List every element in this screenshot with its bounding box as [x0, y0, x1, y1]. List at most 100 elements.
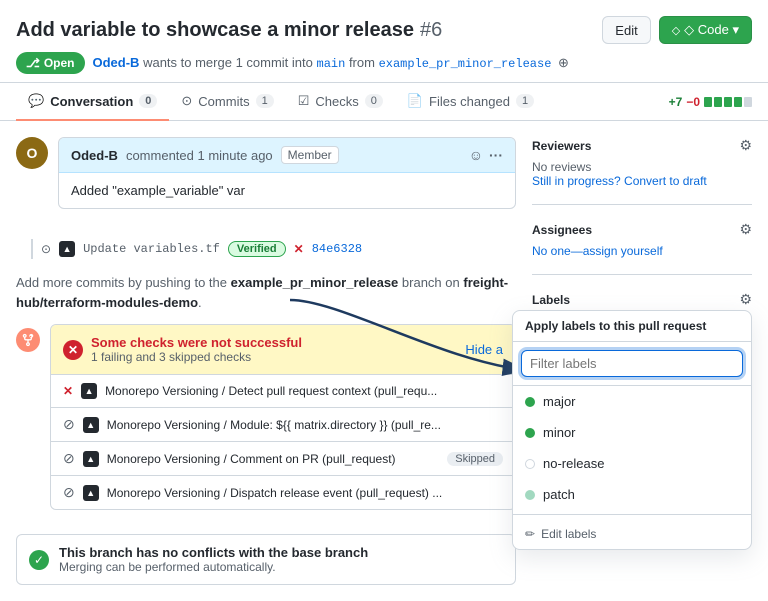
reviewers-title: Reviewers: [532, 139, 591, 153]
label-item-patch[interactable]: patch: [513, 479, 751, 510]
files-count: 1: [516, 94, 534, 108]
label-name-no-release: no-release: [543, 456, 604, 471]
verified-badge: Verified: [228, 241, 286, 257]
main-content: O Oded-B commented 1 minute ago Member ☺…: [16, 137, 516, 585]
commit-logo: ▲: [59, 241, 75, 257]
commit-x-icon: ✕: [294, 242, 304, 256]
emoji-icon[interactable]: ☺: [469, 147, 483, 163]
assign-yourself-link[interactable]: No one—assign yourself: [532, 244, 752, 258]
checks-header: ✕ Some checks were not successful 1 fail…: [51, 325, 515, 375]
labels-dropdown: Apply labels to this pull request major …: [512, 310, 752, 550]
check-fail-status: ✕: [63, 384, 73, 398]
comment-header: Oded-B commented 1 minute ago Member ☺ ·…: [59, 138, 515, 173]
no-conflicts-section: ✓ This branch has no conflicts with the …: [16, 534, 516, 585]
label-item-minor[interactable]: minor: [513, 417, 751, 448]
source-branch[interactable]: example_pr_minor_release: [379, 57, 552, 71]
no-reviews-text: No reviews: [532, 160, 752, 174]
diff-blocks: [704, 97, 752, 107]
code-icon: ◇: [672, 24, 680, 37]
check-name-3[interactable]: Monorepo Versioning / Comment on PR (pul…: [107, 452, 440, 466]
target-branch[interactable]: main: [317, 57, 346, 71]
label-dot-patch: [525, 490, 535, 500]
commit-branch-icon: ⊙: [41, 242, 51, 256]
label-name-major: major: [543, 394, 576, 409]
pr-number: #6: [420, 19, 442, 42]
label-dot-minor: [525, 428, 535, 438]
labels-gear-icon[interactable]: ⚙: [739, 291, 752, 308]
check-skip-status-4: ⊘: [63, 484, 75, 501]
convert-draft-link[interactable]: Still in progress? Convert to draft: [532, 174, 752, 188]
commit-line: ⊙ ▲ Update variables.tf Verified ✕ 84e63…: [16, 233, 516, 265]
commit-hash[interactable]: 84e6328: [312, 242, 362, 256]
files-icon: 📄: [407, 93, 423, 109]
commits-count: 1: [256, 94, 274, 108]
check-skip-status-2: ⊘: [63, 416, 75, 433]
success-icon: ✓: [29, 550, 49, 570]
pencil-icon: ✏: [525, 527, 535, 541]
dropdown-search[interactable]: [513, 342, 751, 386]
dropdown-title: Apply labels to this pull request: [513, 311, 751, 342]
check-item-1: ✕ ▲ Monorepo Versioning / Detect pull re…: [51, 375, 515, 408]
check-fail-icon: ✕: [63, 340, 83, 360]
check-item-3: ⊘ ▲ Monorepo Versioning / Comment on PR …: [51, 442, 515, 476]
comment-body: Added "example_variable" var: [59, 173, 515, 208]
no-conflicts-title: This branch has no conflicts with the ba…: [59, 545, 368, 560]
member-badge: Member: [281, 146, 339, 164]
tab-bar: 💬 Conversation 0 ⊙ Commits 1 ☑ Checks 0 …: [0, 83, 768, 121]
check-name-1[interactable]: Monorepo Versioning / Detect pull reques…: [105, 384, 503, 398]
comment-thread: O Oded-B commented 1 minute ago Member ☺…: [16, 137, 516, 221]
diff-stat: +7 −0: [669, 95, 752, 109]
check-logo-3: ▲: [83, 451, 99, 467]
code-button[interactable]: ◇ ◇ Code ▾: [659, 16, 752, 44]
tab-commits[interactable]: ⊙ Commits 1: [169, 83, 285, 121]
edit-button[interactable]: Edit: [602, 16, 650, 44]
commit-file[interactable]: Update variables.tf: [83, 242, 220, 256]
checks-title: Some checks were not successful: [91, 335, 302, 350]
label-dot-no-release: [525, 459, 535, 469]
tab-conversation[interactable]: 💬 Conversation 0: [16, 83, 169, 121]
checks-section: ✕ Some checks were not successful 1 fail…: [50, 324, 516, 510]
label-name-patch: patch: [543, 487, 575, 502]
conversation-icon: 💬: [28, 93, 44, 109]
more-options-icon[interactable]: ···: [489, 147, 503, 163]
label-name-minor: minor: [543, 425, 576, 440]
avatar: O: [16, 137, 48, 169]
check-item-2: ⊘ ▲ Monorepo Versioning / Module: ${{ ma…: [51, 408, 515, 442]
checks-subtitle: 1 failing and 3 skipped checks: [91, 350, 302, 364]
check-logo-2: ▲: [83, 417, 99, 433]
no-conflicts-subtitle: Merging can be performed automatically.: [59, 560, 368, 574]
pr-status-badge: ⎇ Open: [16, 52, 85, 74]
label-item-major[interactable]: major: [513, 386, 751, 417]
comment-box: Oded-B commented 1 minute ago Member ☺ ·…: [58, 137, 516, 209]
branch-link[interactable]: example_pr_minor_release: [231, 275, 399, 290]
reviewers-gear-icon[interactable]: ⚙: [739, 137, 752, 154]
comment-author[interactable]: Oded-B: [71, 148, 118, 163]
tab-checks[interactable]: ☑ Checks 0: [286, 83, 395, 121]
checks-icon: ☑: [298, 93, 310, 109]
filter-labels-input[interactable]: [521, 350, 743, 377]
copy-icon[interactable]: ⊕: [558, 55, 569, 70]
label-dot-major: [525, 397, 535, 407]
check-item-4: ⊘ ▲ Monorepo Versioning / Dispatch relea…: [51, 476, 515, 509]
check-name-4[interactable]: Monorepo Versioning / Dispatch release e…: [107, 486, 503, 500]
sidebar-reviewers: Reviewers ⚙ No reviews Still in progress…: [532, 137, 752, 205]
labels-title: Labels: [532, 293, 570, 307]
tab-files-changed[interactable]: 📄 Files changed 1: [395, 83, 546, 121]
pr-header: Add variable to showcase a minor release…: [0, 0, 768, 83]
conversation-count: 0: [139, 94, 157, 108]
edit-labels-link[interactable]: ✏ Edit labels: [513, 519, 751, 549]
info-text: Add more commits by pushing to the examp…: [16, 273, 516, 312]
check-name-2[interactable]: Monorepo Versioning / Module: ${{ matrix…: [107, 418, 503, 432]
dropdown-divider: [513, 514, 751, 515]
check-logo-4: ▲: [83, 485, 99, 501]
comment-time: commented 1 minute ago: [126, 148, 273, 163]
check-logo-1: ▲: [81, 383, 97, 399]
sidebar-assignees: Assignees ⚙ No one—assign yourself: [532, 221, 752, 275]
pr-author: Oded-B wants to merge 1 commit into main…: [93, 55, 569, 71]
check-skip-status-3: ⊘: [63, 450, 75, 467]
branch-merge-icon: [16, 328, 40, 352]
hide-link[interactable]: Hide a: [465, 342, 503, 357]
commits-icon: ⊙: [181, 93, 192, 109]
label-item-no-release[interactable]: no-release: [513, 448, 751, 479]
assignees-gear-icon[interactable]: ⚙: [739, 221, 752, 238]
